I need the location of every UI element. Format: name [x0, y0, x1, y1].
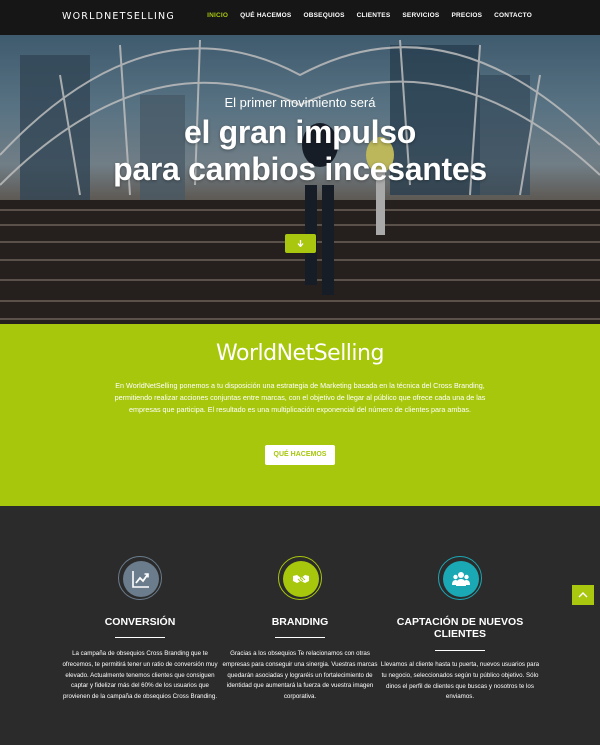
- about-title: WorldNetSelling: [216, 341, 384, 366]
- brand-logo[interactable]: WORLDNETSELLING: [62, 11, 175, 22]
- about-text: En WorldNetSelling ponemos a tu disposic…: [114, 381, 486, 414]
- chevron-up-icon: [578, 592, 588, 598]
- feature-title: BRANDING: [271, 616, 329, 628]
- feature-title: CAPTACIÓN DE NUEVOS CLIENTES: [396, 616, 524, 640]
- nav-item-que-hacemos[interactable]: QUÉ HACEMOS: [240, 12, 291, 19]
- nav-item-inicio[interactable]: INICIO: [207, 12, 228, 19]
- nav-item-contacto[interactable]: CONTACTO: [494, 12, 532, 19]
- hero-title-line-2: para cambios incesantes: [113, 151, 487, 187]
- nav-item-servicios[interactable]: SERVICIOS: [402, 12, 439, 19]
- hero-title: el gran impulso para cambios incesantes: [0, 114, 600, 188]
- scroll-to-top-button[interactable]: [572, 585, 594, 605]
- feature-text: Gracias a los obsequios Te relacionamos …: [222, 650, 378, 701]
- line-chart-icon: [132, 571, 149, 588]
- about-section: WorldNetSelling En WorldNetSelling ponem…: [0, 324, 600, 506]
- hero-title-line-1: el gran impulso: [184, 114, 416, 150]
- features-section: CONVERSIÓN La campaña de obsequios Cross…: [0, 506, 600, 745]
- top-navbar: WORLDNETSELLING INICIO QUÉ HACEMOS OBSEQ…: [0, 0, 600, 35]
- scroll-down-button[interactable]: [285, 234, 316, 253]
- nav-item-precios[interactable]: PRECIOS: [451, 12, 482, 19]
- que-hacemos-button[interactable]: QUÉ HACEMOS: [265, 445, 335, 465]
- users-icon: [452, 572, 470, 586]
- hero-subtitle: El primer movimiento será: [224, 95, 376, 110]
- feature-title: CONVERSIÓN: [104, 616, 176, 628]
- nav-item-clientes[interactable]: CLIENTES: [357, 12, 391, 19]
- nav-item-obsequios[interactable]: OBSEQUIOS: [303, 12, 344, 19]
- arrow-down-icon: [297, 240, 304, 247]
- main-menu: INICIO QUÉ HACEMOS OBSEQUIOS CLIENTES SE…: [195, 12, 532, 19]
- feature-text: Llevamos al cliente hasta tu puerta, nue…: [380, 661, 540, 701]
- hero-banner: El primer movimiento será el gran impuls…: [0, 35, 600, 324]
- feature-text: La campaña de obsequios Cross Branding q…: [62, 650, 218, 701]
- handshake-icon: [293, 575, 309, 583]
